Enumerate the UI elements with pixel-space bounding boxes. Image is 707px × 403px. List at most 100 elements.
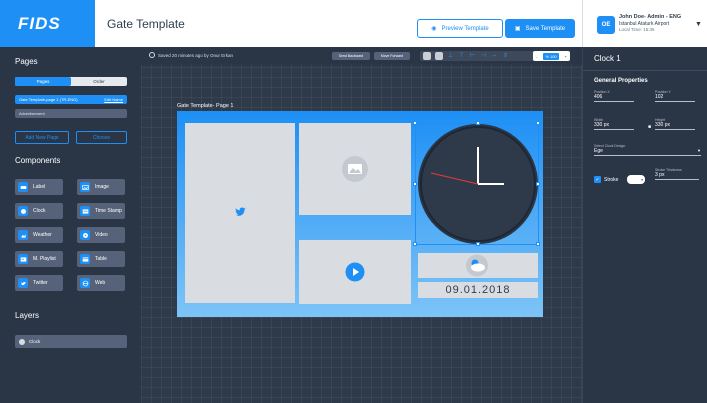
component-label[interactable]: Label [15, 179, 63, 195]
divider [583, 70, 707, 71]
position-y-value[interactable]: 102 [655, 94, 695, 102]
stroke-toggle[interactable]: ✓ Stroke [594, 176, 618, 183]
align-top-icon[interactable]: ⊤ [458, 53, 465, 60]
lock-icon[interactable]: ■ [648, 124, 651, 130]
align-right-icon[interactable]: ⊣ [480, 53, 487, 60]
design-canvas[interactable]: Saved 20 minutes ago by Onur Erkan Send … [141, 47, 582, 403]
position-x-field[interactable]: Position X 406 [594, 90, 634, 102]
user-time: Local Time: 15:35 [619, 27, 655, 32]
info-icon [149, 52, 155, 58]
app-logo: FIDS [0, 0, 95, 47]
canvas-toolbar: Saved 20 minutes ago by Onur Erkan Send … [141, 47, 582, 65]
preview-template-button[interactable]: ◉ Preview Template [417, 19, 503, 38]
component-twitter[interactable]: Twitter [15, 275, 63, 291]
zoom-in-button[interactable]: + [565, 54, 567, 59]
avatar: OE [597, 16, 615, 34]
component-name: Video [95, 232, 108, 238]
resize-handle[interactable] [413, 242, 417, 246]
layer-clock-icon [19, 338, 25, 345]
date-widget[interactable]: 09.01.2018 [418, 282, 538, 298]
align-left-icon[interactable]: ⊢ [469, 53, 476, 60]
weather-icon [18, 230, 28, 240]
stroke-thickness-value[interactable]: 3 px [655, 172, 699, 180]
page-item-gate-template[interactable]: Gate Template-page 1 (TR-ENG) Edit Name [15, 95, 127, 104]
align-center-icon[interactable]: ⇔ [491, 53, 498, 60]
component-name: Label [33, 184, 46, 190]
stroke-thickness-field[interactable]: Stroke Thickness 3 px [655, 168, 699, 180]
twitter-icon [18, 278, 28, 288]
add-new-page-button[interactable]: Add New Page [15, 131, 69, 144]
component-weather[interactable]: Weather [15, 227, 63, 243]
timestamp-icon [80, 206, 90, 216]
header-bar: Gate Template ◉ Preview Template ▣ Save … [95, 0, 582, 47]
component-image[interactable]: Image [77, 179, 125, 195]
artboard[interactable]: 09.01.2018 [177, 111, 543, 317]
components-title: Components [15, 156, 61, 165]
image-icon [342, 156, 368, 182]
component-table[interactable]: Table [77, 251, 125, 267]
clock-design-select[interactable]: Select Clock Design Ege ▼ [594, 144, 701, 156]
video-widget[interactable] [299, 240, 411, 304]
component-web[interactable]: Web [77, 275, 125, 291]
position-y-field[interactable]: Position Y 102 [655, 90, 695, 102]
save-status-text: Saved 20 minutes ago by Onur Erkan [158, 52, 234, 58]
resize-handle[interactable] [476, 242, 480, 246]
label-icon [18, 182, 28, 192]
chevron-down-icon[interactable]: ▼ [695, 21, 702, 28]
height-value[interactable]: 330 px [655, 122, 695, 130]
layer-item-clock[interactable]: Clock [15, 335, 127, 348]
weather-widget[interactable] [418, 253, 538, 278]
resize-handle[interactable] [413, 182, 417, 186]
web-icon [80, 278, 90, 288]
component-name: Weather [33, 232, 52, 238]
component-name: Time Stamp [95, 208, 122, 214]
move-forward-button[interactable]: Move Forward [374, 52, 410, 60]
tab-pages[interactable]: Pages [15, 77, 71, 86]
info-box-icon[interactable] [435, 52, 443, 60]
align-bottom-icon[interactable]: ⊥ [447, 53, 454, 60]
resize-handle[interactable] [536, 182, 540, 186]
twitter-icon [235, 207, 246, 216]
component-name: Image [95, 184, 109, 190]
component-name: Clock [33, 208, 46, 214]
zoom-value: % 100 [543, 52, 559, 60]
user-menu[interactable]: OE John Doe- Admin - ENG Istanbul Atatur… [582, 0, 707, 47]
image-widget[interactable] [299, 123, 411, 215]
component-clock[interactable]: Clock [15, 203, 63, 219]
clock-face-icon [418, 124, 538, 244]
resize-handle[interactable] [413, 121, 417, 125]
width-field[interactable]: Width 330 px [594, 118, 634, 130]
height-field[interactable]: Height 330 px [655, 118, 695, 130]
page-item-label: Gate Template-page 1 (TR-ENG) [19, 97, 78, 102]
choose-button[interactable]: Choose [76, 131, 127, 144]
clock-design-text: Ege [594, 148, 603, 154]
align-middle-icon[interactable]: ⇕ [502, 53, 509, 60]
zoom-out-button[interactable]: - [536, 54, 537, 59]
play-icon [345, 262, 365, 282]
user-name: John Doe- Admin - ENG [619, 14, 682, 20]
send-backward-button[interactable]: Send Backward [332, 52, 370, 60]
resize-handle[interactable] [536, 121, 540, 125]
component-time-stamp[interactable]: Time Stamp [77, 203, 125, 219]
page-item-label: Advertisement [19, 111, 45, 116]
component-video[interactable]: Video [77, 227, 125, 243]
width-value[interactable]: 330 px [594, 122, 634, 130]
clock-design-value[interactable]: Ege ▼ [594, 148, 701, 156]
clock-widget[interactable] [413, 121, 540, 246]
twitter-widget[interactable] [185, 123, 295, 303]
component-m-playlist[interactable]: M. Playlist [15, 251, 63, 267]
stroke-color-picker[interactable]: ▾ [627, 175, 645, 184]
page-title: Gate Template [107, 16, 185, 31]
position-x-value[interactable]: 406 [594, 94, 634, 102]
resize-handle[interactable] [536, 242, 540, 246]
save-template-button[interactable]: ▣ Save Template [505, 19, 575, 38]
align-box-icon[interactable] [423, 52, 431, 60]
checkbox-checked-icon[interactable]: ✓ [594, 176, 601, 183]
edit-name-link[interactable]: Edit Name [104, 97, 123, 102]
component-name: Web [95, 280, 106, 286]
eye-icon: ◉ [431, 26, 437, 32]
resize-handle[interactable] [476, 121, 480, 125]
page-item-advertisement[interactable]: Advertisement [15, 109, 127, 118]
weather-icon [466, 254, 488, 277]
tab-order[interactable]: Order [71, 77, 127, 86]
